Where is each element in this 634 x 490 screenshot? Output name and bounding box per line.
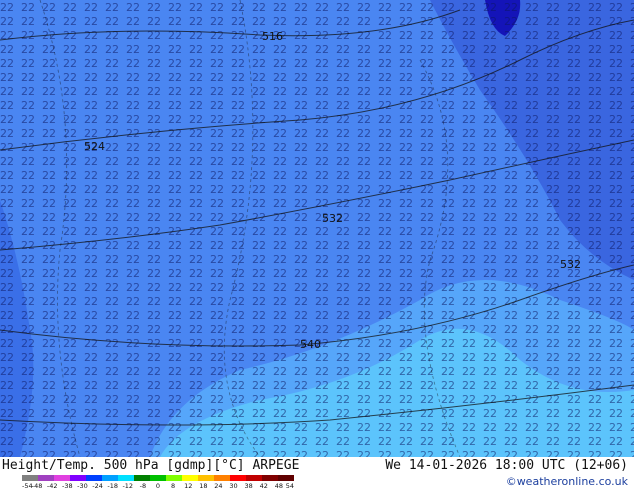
- contour-label: 540: [300, 338, 321, 351]
- colorbar-tick-label: 12: [184, 482, 192, 489]
- colorbar-tick-label: 24: [214, 482, 222, 489]
- colorbar-swatch: [198, 475, 215, 481]
- colorbar-swatch: [150, 475, 167, 481]
- colorbar-swatch: [134, 475, 151, 481]
- colorbar-swatch: [54, 475, 71, 481]
- colorbar-tick-label: 18: [199, 482, 207, 489]
- colorbar-tick-label: 30: [229, 482, 237, 489]
- map-footer: Height/Temp. 500 hPa [gdmp][°C] ARPEGE W…: [0, 457, 634, 490]
- colorbar-tick-label: 0: [156, 482, 160, 489]
- number-texture: [0, 0, 634, 457]
- colorbar-tick-label: 48: [275, 482, 283, 489]
- colorbar-swatch: [118, 475, 135, 481]
- colorbar-swatch: [278, 475, 294, 481]
- colorbar-swatch: [262, 475, 279, 481]
- colorbar-swatch: [102, 475, 119, 481]
- colorbar-swatch: [38, 475, 55, 481]
- weather-map: 22 22 516 532 540: [0, 0, 634, 457]
- credit-text: ©weatheronline.co.uk: [505, 475, 628, 488]
- colorbar-swatch: [214, 475, 231, 481]
- colorbar-tick-label: -12: [122, 482, 133, 489]
- contour-label: 532: [560, 258, 581, 271]
- colorbar-tick-label: 54: [286, 482, 294, 489]
- colorbar-tick-label: -24: [92, 482, 103, 489]
- chart-title: Height/Temp. 500 hPa [gdmp][°C] ARPEGE: [2, 458, 300, 473]
- colorbar-tick-label: -48: [32, 482, 43, 489]
- contour-label: 524: [84, 140, 105, 153]
- colorbar-tick-label: -18: [107, 482, 118, 489]
- contour-label: 516: [262, 30, 283, 43]
- colorbar-swatch: [246, 475, 263, 481]
- colorbar-tick-label: -38: [62, 482, 73, 489]
- colorbar-tick-label: -30: [77, 482, 88, 489]
- valid-time: We 14-01-2026 18:00 UTC (12+06): [385, 458, 628, 473]
- colorbar-tick-label: -42: [47, 482, 58, 489]
- colorbar-tick-label: -8: [140, 482, 146, 489]
- colorbar-swatch: [22, 475, 39, 481]
- colorbar-swatch: [166, 475, 183, 481]
- colorbar-tick-label: 8: [171, 482, 175, 489]
- colorbar-tick-label: 38: [245, 482, 253, 489]
- contour-label: 532: [322, 212, 343, 225]
- colorbar-swatch: [230, 475, 247, 481]
- colorbar-legend: -54 -48 -42 -38 -30 -24 -18 -12 -8 0 8 12 18 24 30 38 42…: [22, 475, 294, 489]
- colorbar-swatch: [86, 475, 103, 481]
- colorbar-swatch: [182, 475, 199, 481]
- colorbar-tick-label: 42: [260, 482, 268, 489]
- colorbar-swatch: [70, 475, 87, 481]
